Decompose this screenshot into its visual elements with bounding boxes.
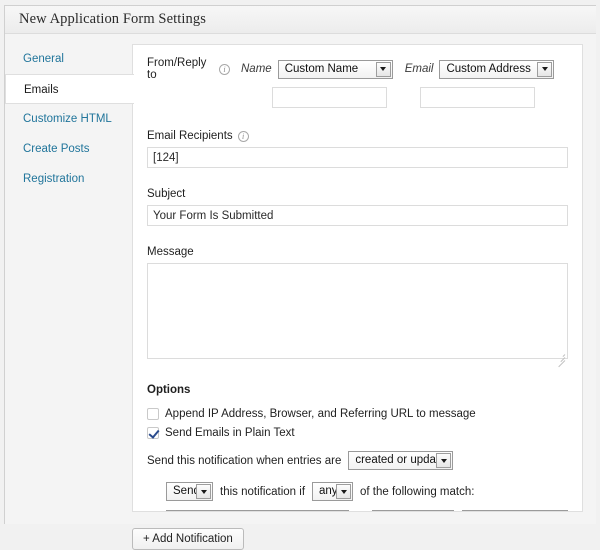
sidebar-item-create-posts[interactable]: Create Posts <box>5 134 133 164</box>
rule-value-value: Select <box>463 511 551 512</box>
plain-text-checkbox[interactable] <box>147 427 159 439</box>
from-email-select-value: Custom Address <box>446 62 531 75</box>
add-notification-button[interactable]: + Add Notification <box>132 528 244 550</box>
sidebar-item-customize-html[interactable]: Customize HTML <box>5 104 133 134</box>
email-recipients-label: Email Recipients i <box>147 130 568 142</box>
emails-settings-panel: From/Reply to i Name Custom Name Email C… <box>132 44 583 512</box>
options-heading: Options <box>147 384 191 396</box>
settings-window: New Application Form Settings General Em… <box>4 5 596 550</box>
chevron-down-icon <box>537 61 553 77</box>
append-ip-label: Append IP Address, Browser, and Referrin… <box>165 408 476 420</box>
conditional-rule-row: Select Field is equal to Select <box>147 510 568 512</box>
sidebar-item-label: Emails <box>24 84 59 96</box>
notification-trigger-row: Send this notification when entries are … <box>147 451 568 470</box>
chevron-down-icon <box>375 61 391 77</box>
subject-label: Subject <box>147 188 186 200</box>
name-label: Name <box>241 63 272 75</box>
rule-value-select[interactable]: Select <box>462 510 568 512</box>
from-reply-row: From/Reply to i Name Custom Name Email C… <box>147 57 568 81</box>
add-notification-wrap: + Add Notification <box>132 528 244 550</box>
chevron-down-icon <box>196 484 211 499</box>
conditional-logic-row: Send this notification if any of the fol… <box>166 482 568 501</box>
notification-trigger-select[interactable]: created or updated <box>348 451 454 470</box>
notification-trigger-label: Send this notification when entries are <box>147 454 342 467</box>
rule-field-value: Select Field <box>167 511 332 512</box>
sidebar-item-general[interactable]: General <box>5 44 133 74</box>
option-append-ip-row[interactable]: Append IP Address, Browser, and Referrin… <box>147 408 568 420</box>
settings-tab-list: General Emails Customize HTML Create Pos… <box>5 44 134 194</box>
window-body: General Emails Customize HTML Create Pos… <box>5 34 596 550</box>
from-email-custom-input[interactable] <box>420 87 535 108</box>
from-name-custom-input[interactable] <box>272 87 387 108</box>
from-reply-label: From/Reply to i <box>147 57 230 81</box>
email-recipients-input[interactable] <box>147 147 568 168</box>
page-title: New Application Form Settings <box>19 11 206 27</box>
window-titlebar: New Application Form Settings <box>5 6 596 34</box>
info-icon[interactable]: i <box>237 130 249 142</box>
message-textarea[interactable] <box>147 263 568 359</box>
conditional-action-select[interactable]: Send <box>166 482 213 501</box>
rule-operator-value: equal to <box>373 511 437 512</box>
from-email-select[interactable]: Custom Address <box>439 59 555 79</box>
option-plain-text-row[interactable]: Send Emails in Plain Text <box>147 427 568 439</box>
notification-trigger-value: created or updated <box>355 454 436 466</box>
conditional-action-value: Send <box>173 485 196 497</box>
sidebar-item-registration[interactable]: Registration <box>5 164 133 194</box>
subject-input[interactable] <box>147 205 568 226</box>
sidebar-item-label: Create Posts <box>23 143 90 155</box>
rule-operator-select[interactable]: equal to <box>371 510 455 512</box>
sidebar-item-label: Customize HTML <box>23 113 112 125</box>
message-label: Message <box>147 246 194 258</box>
email-label: Email <box>404 63 434 75</box>
chevron-down-icon <box>436 453 452 468</box>
rule-field-select[interactable]: Select Field <box>166 510 350 512</box>
message-textarea-wrap <box>147 263 568 368</box>
from-name-select-value: Custom Name <box>284 62 359 75</box>
from-name-select[interactable]: Custom Name <box>277 59 393 79</box>
sidebar-item-emails[interactable]: Emails <box>5 74 134 104</box>
sidebar-item-label: General <box>23 53 64 65</box>
chevron-down-icon <box>336 484 352 499</box>
append-ip-checkbox[interactable] <box>147 408 159 420</box>
conditional-match-value: any <box>319 485 337 497</box>
conditional-match-select[interactable]: any <box>312 482 354 501</box>
info-icon[interactable]: i <box>219 63 230 75</box>
sidebar-item-label: Registration <box>23 173 85 185</box>
conditional-suffix-text: of the following match: <box>360 485 475 498</box>
plain-text-label: Send Emails in Plain Text <box>165 427 295 439</box>
conditional-mid-text: this notification if <box>220 485 306 498</box>
